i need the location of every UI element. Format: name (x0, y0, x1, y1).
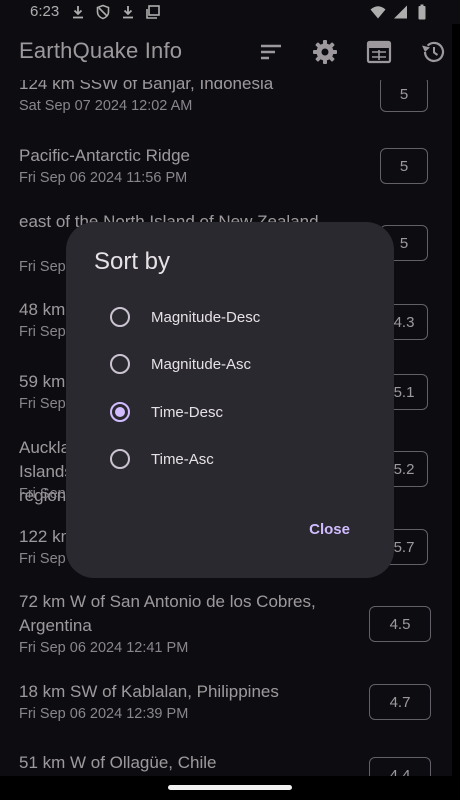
sort-option-time-desc[interactable]: Time-Desc (110, 396, 370, 428)
screen: 124 km SSW of Banjar, Indonesia Sat Sep … (0, 0, 460, 800)
sort-option-label: Time-Asc (151, 450, 214, 468)
sort-option-time-asc[interactable]: Time-Asc (110, 443, 370, 475)
radio-button[interactable] (110, 449, 130, 469)
gesture-handle[interactable] (168, 785, 292, 790)
sort-dialog: Sort by Magnitude-Desc Magnitude-Asc Tim… (66, 222, 394, 578)
navigation-bar (0, 776, 460, 800)
sort-option-label: Magnitude-Desc (151, 308, 261, 326)
radio-button-selected[interactable] (110, 402, 130, 422)
close-button[interactable]: Close (309, 521, 350, 538)
sort-option-label: Time-Desc (151, 403, 223, 421)
sort-option-label: Magnitude-Asc (151, 355, 252, 373)
dialog-title: Sort by (94, 248, 171, 275)
screen-edge (452, 24, 460, 776)
radio-button[interactable] (110, 354, 130, 374)
sort-option-magnitude-asc[interactable]: Magnitude-Asc (110, 348, 370, 380)
radio-button[interactable] (110, 307, 130, 327)
sort-option-magnitude-desc[interactable]: Magnitude-Desc (110, 301, 370, 333)
